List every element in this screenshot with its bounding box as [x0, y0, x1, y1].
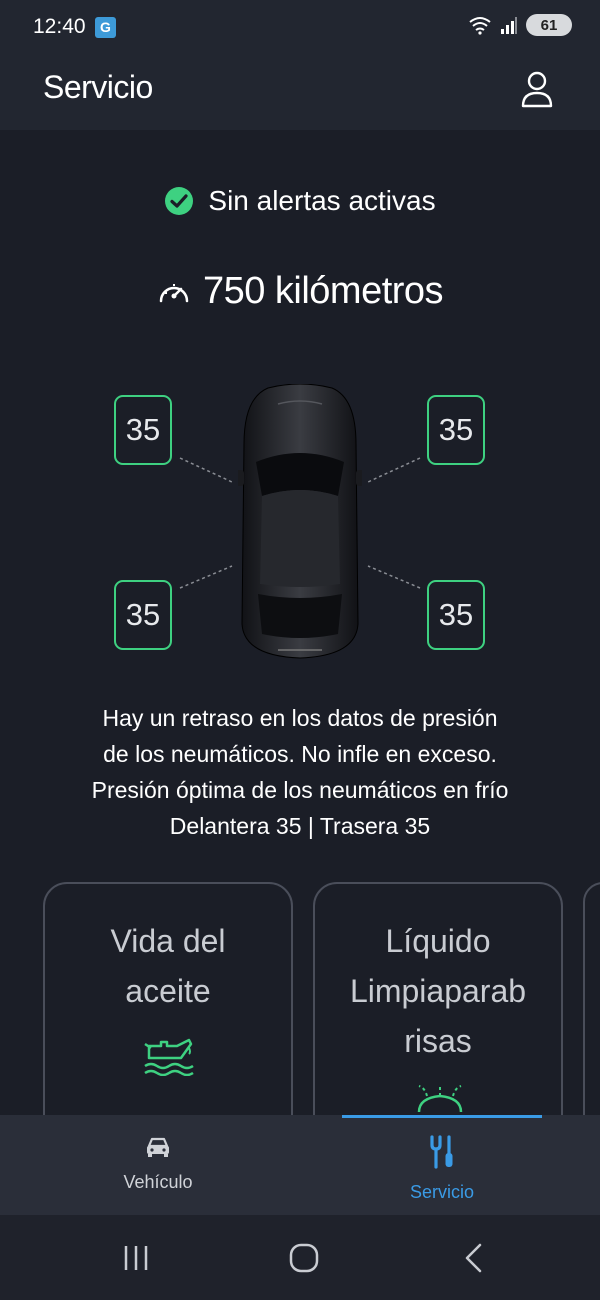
info-line: Presión óptima de los neumáticos en frío: [91, 777, 509, 803]
tire-pressure-info: Hay un retraso en los datos de presión d…: [0, 700, 600, 844]
tab-label: Vehículo: [123, 1172, 193, 1192]
back-icon[interactable]: [462, 1242, 484, 1274]
car-icon: [147, 1137, 169, 1157]
card-title-line: Vida del: [110, 923, 226, 959]
card-title: Líquido Limpiaparab risas: [315, 884, 561, 1066]
tools-icon: [430, 1135, 453, 1169]
washer-fluid-icon: [417, 1085, 463, 1113]
tab-servicio[interactable]: Servicio: [342, 1135, 542, 1203]
info-line: Hay un retraso en los datos de presión: [102, 705, 498, 731]
card-title-line: risas: [404, 1023, 472, 1059]
oil-life-card[interactable]: Vida del aceite: [43, 882, 293, 1142]
tire-front-left: 35: [114, 395, 172, 465]
system-nav-bar: [0, 1215, 600, 1300]
card-title-line: aceite: [125, 973, 211, 1009]
tire-front-right: 35: [427, 395, 485, 465]
next-card-peek[interactable]: [583, 882, 600, 1142]
card-title-line: Líquido: [385, 923, 491, 959]
tab-label: Servicio: [409, 1182, 475, 1202]
info-line: Delantera 35 | Trasera 35: [169, 813, 431, 839]
home-icon[interactable]: [288, 1242, 320, 1274]
tab-vehiculo[interactable]: Vehículo: [58, 1135, 258, 1193]
oil-can-icon: [144, 1038, 194, 1076]
card-title: Vida del aceite: [45, 884, 291, 1016]
car-top-view: [238, 384, 362, 659]
washer-fluid-card[interactable]: Líquido Limpiaparab risas: [313, 882, 563, 1142]
info-line: de los neumáticos. No infle en exceso.: [103, 741, 497, 767]
tire-rear-left: 35: [114, 580, 172, 650]
tire-rear-right: 35: [427, 580, 485, 650]
active-tab-indicator: [342, 1115, 542, 1118]
card-title-line: Limpiaparab: [349, 973, 527, 1009]
recent-apps-icon[interactable]: [122, 1244, 150, 1272]
bottom-nav: Vehículo Servicio: [0, 1115, 600, 1215]
